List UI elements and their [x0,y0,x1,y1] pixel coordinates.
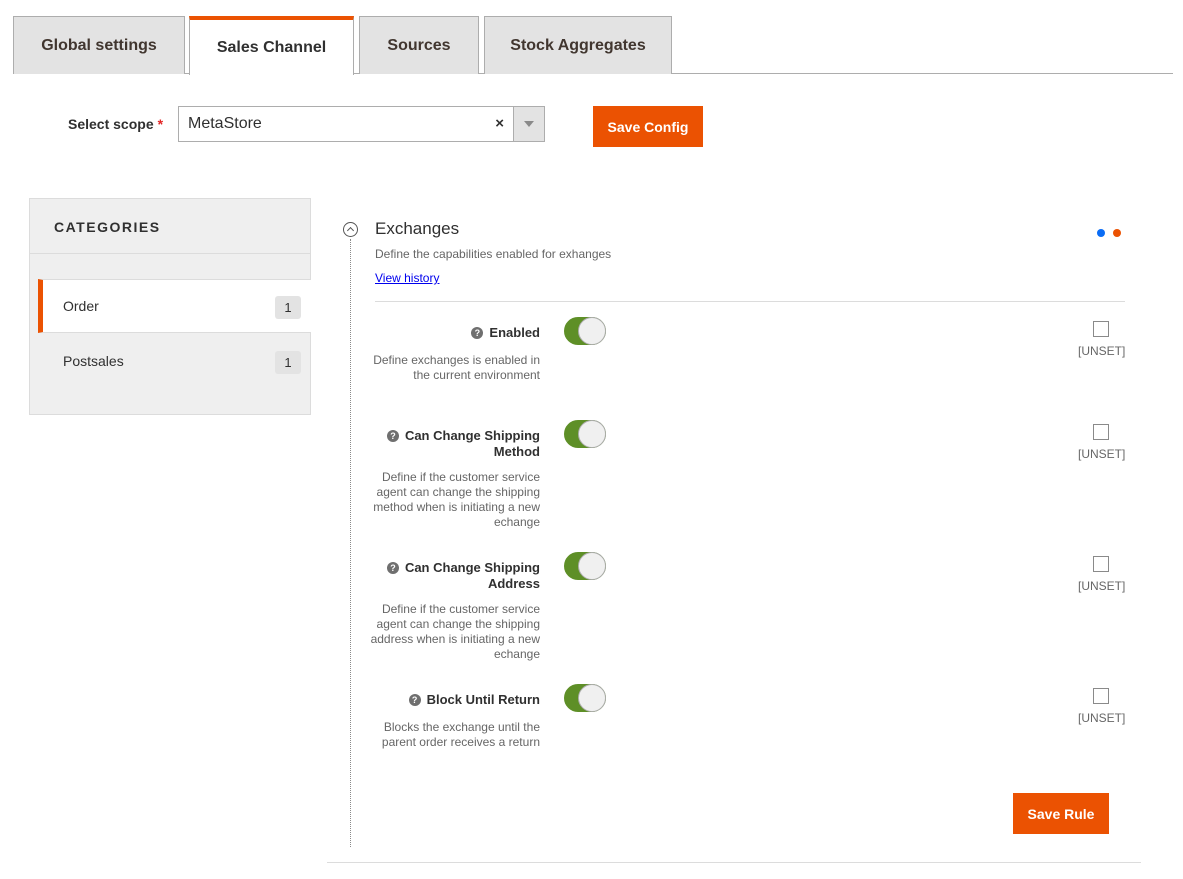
tab-sales-channel[interactable]: Sales Channel [189,16,354,75]
sidebar-item-order[interactable]: Order 1 [38,279,311,333]
unset-label: [UNSET] [1078,344,1126,358]
toggle-knob [578,317,606,345]
clear-icon[interactable]: × [495,115,504,132]
field-description: Define if the customer service agent can… [373,470,540,529]
field-description: Define if the customer service agent can… [370,602,540,661]
unset-checkbox[interactable] [1093,424,1109,440]
sidebar-title: CATEGORIES [54,219,161,235]
help-icon[interactable]: ? [408,694,421,706]
chevron-down-icon[interactable] [513,107,544,141]
tab-stock-aggregates[interactable]: Stock Aggregates [484,16,672,74]
required-marker: * [157,116,164,132]
divider [375,301,1125,302]
unset-checkbox[interactable] [1093,688,1109,704]
config-tabs: Global settings Sales Channel Sources St… [13,16,1173,75]
sidebar-item-postsales[interactable]: Postsales 1 [38,335,311,389]
save-config-button[interactable]: Save Config [593,106,703,147]
collapse-icon[interactable] [343,222,358,237]
help-icon[interactable]: ? [471,327,484,339]
sidebar-item-label: Order [63,298,99,314]
unset-label: [UNSET] [1078,711,1126,725]
section-title: Exchanges [375,219,460,238]
field-description: Blocks the exchange until the parent ord… [381,720,540,749]
count-badge: 1 [275,351,301,374]
sidebar-item-label: Postsales [63,353,124,369]
toggle-knob [578,552,606,580]
scope-select[interactable]: MetaStore × [178,106,545,142]
scope-label: Select scope * [68,116,164,132]
toggle-knob [578,420,606,448]
shipping-method-toggle[interactable] [564,420,606,448]
shipping-address-toggle[interactable] [564,552,606,580]
field-description: Define exchanges is enabled in the curre… [373,353,540,382]
section-description: Define the capabilities enabled for exha… [375,247,612,261]
divider [30,253,310,254]
tab-sources[interactable]: Sources [359,16,479,74]
timeline-line [350,239,351,847]
view-history-link[interactable]: View history [375,271,439,285]
tab-global-settings[interactable]: Global settings [13,16,185,74]
field-label: ? Block Until Return [370,692,540,708]
save-rule-button[interactable]: Save Rule [1013,793,1109,834]
unset-label: [UNSET] [1078,447,1126,461]
count-badge: 1 [275,296,301,319]
status-dot-orange [1113,229,1121,237]
categories-sidebar: CATEGORIES Order 1 Postsales 1 [29,198,311,415]
status-dot-blue [1097,229,1105,237]
divider [327,862,1141,863]
block-until-return-toggle[interactable] [564,684,606,712]
field-label: ? Can Change Shipping Address [370,560,540,592]
field-label: ? Enabled [370,325,540,341]
scope-value: MetaStore [188,115,262,132]
unset-checkbox[interactable] [1093,556,1109,572]
enabled-toggle[interactable] [564,317,606,345]
toggle-knob [578,684,606,712]
unset-label: [UNSET] [1078,579,1126,593]
field-label: ? Can Change Shipping Method [370,428,540,460]
unset-checkbox[interactable] [1093,321,1109,337]
help-icon[interactable]: ? [386,430,399,442]
help-icon[interactable]: ? [386,562,399,574]
